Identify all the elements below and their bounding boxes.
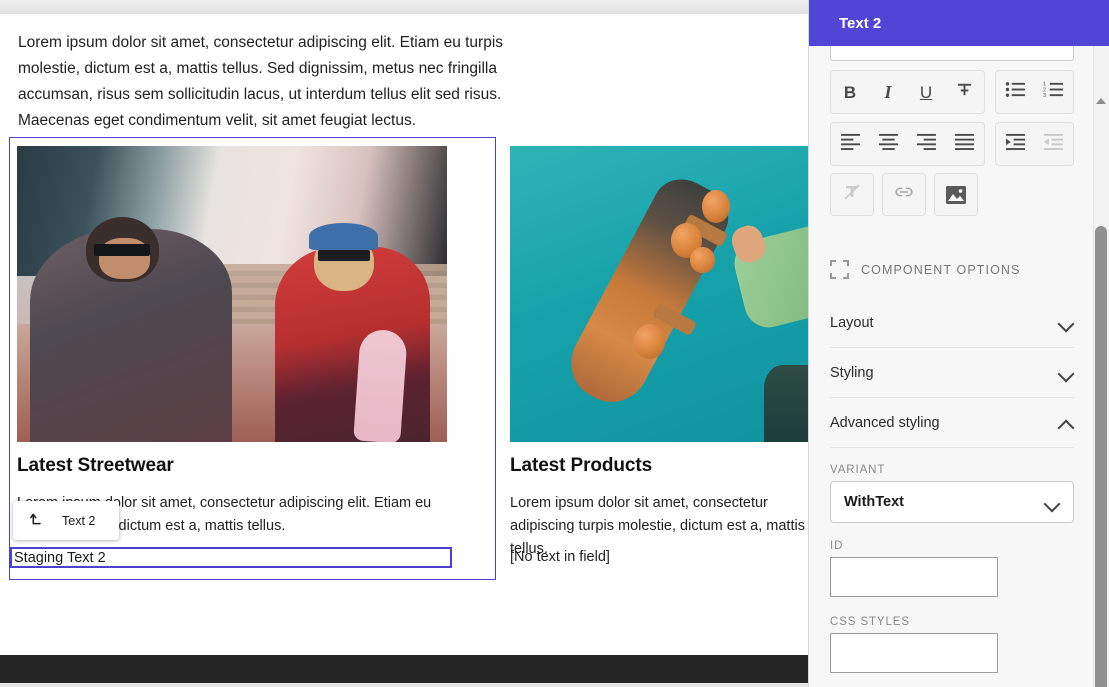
panel-scrollbar-track[interactable] <box>1093 46 1109 687</box>
component-selection-badge[interactable]: Text 2 <box>13 501 119 540</box>
panel-scrollbar-thumb[interactable] <box>1095 226 1107 687</box>
clear-formatting-button[interactable] <box>830 173 874 216</box>
align-center-icon <box>878 133 899 155</box>
accordion-label: Styling <box>830 364 874 381</box>
skateboard-held-up-against-teal-sky-photo <box>510 146 809 442</box>
underline-icon: U <box>919 82 933 102</box>
accordion-label: Layout <box>830 314 874 331</box>
strikethrough-button[interactable] <box>945 72 983 112</box>
chevron-down-icon <box>1059 368 1074 377</box>
align-center-button[interactable] <box>869 124 907 164</box>
text-format-group: B I U <box>830 70 985 114</box>
canvas-bottom-strip <box>0 683 809 687</box>
intro-paragraph: Lorem ipsum dolor sit amet, consectetur … <box>18 34 504 129</box>
variant-value: WithText <box>844 494 905 510</box>
empty-field-placeholder: [No text in field] <box>510 549 610 565</box>
align-justify-icon <box>954 133 975 155</box>
align-left-button[interactable] <box>831 124 869 164</box>
badge-label: Text 2 <box>62 513 96 528</box>
align-right-icon <box>916 133 937 155</box>
arrow-turn-up-left-icon <box>29 510 46 532</box>
strikethrough-icon <box>955 80 974 104</box>
component-options-header: COMPONENT OPTIONS <box>830 260 1020 279</box>
numbered-list-button[interactable]: 1 2 3 <box>1034 72 1072 112</box>
align-left-icon <box>840 133 861 155</box>
staging-text-input[interactable] <box>10 547 452 568</box>
indent-icon <box>1005 133 1026 155</box>
indent-group <box>995 122 1074 166</box>
numbered-list-icon: 1 2 3 <box>1043 81 1064 103</box>
card-title: Latest Streetwear <box>17 455 174 476</box>
svg-text:3: 3 <box>1043 93 1046 98</box>
chevron-down-icon <box>1045 498 1060 507</box>
alignment-group <box>830 122 985 166</box>
page-footer-bar <box>0 655 809 683</box>
underline-button[interactable]: U <box>907 72 945 112</box>
align-justify-button[interactable] <box>945 124 983 164</box>
italic-icon: I <box>884 82 892 102</box>
accordion-label: Advanced styling <box>830 414 940 431</box>
component-options-title: COMPONENT OPTIONS <box>861 262 1021 277</box>
rich-text-editor-field[interactable] <box>830 46 1074 61</box>
cards-row: Latest Streetwear Lorem ipsum dolor sit … <box>9 137 809 580</box>
chevron-down-icon <box>1059 318 1074 327</box>
align-right-button[interactable] <box>907 124 945 164</box>
chevron-up-icon <box>1059 418 1074 427</box>
bulleted-list-button[interactable] <box>996 72 1034 112</box>
id-input[interactable] <box>830 557 998 597</box>
list-group: 1 2 3 <box>995 70 1074 114</box>
link-icon <box>893 181 915 208</box>
accordion-styling[interactable]: Styling <box>830 348 1074 398</box>
outdent-icon <box>1043 133 1064 155</box>
image-icon <box>946 185 966 204</box>
two-skaters-sitting-on-bench-photo <box>17 146 447 442</box>
bold-button[interactable]: B <box>831 72 869 112</box>
panel-title: Text 2 <box>839 14 882 32</box>
insert-image-button[interactable] <box>934 173 978 216</box>
properties-panel: Text 2 B I U 1 2 3 COMPONENT OPTIONS Lay… <box>808 0 1109 687</box>
canvas-top-strip <box>0 0 809 14</box>
insert-link-button[interactable] <box>882 173 926 216</box>
italic-button[interactable]: I <box>869 72 907 112</box>
accordion-layout[interactable]: Layout <box>830 298 1074 348</box>
outdent-button[interactable] <box>1034 124 1072 164</box>
scroll-up-arrow-icon[interactable] <box>1093 92 1109 109</box>
id-label: ID <box>830 540 844 552</box>
page-canvas: Lorem ipsum dolor sit amet, consectetur … <box>0 0 809 687</box>
editor-window: Lorem ipsum dolor sit amet, consectetur … <box>0 0 1109 687</box>
clear-formatting-icon <box>842 182 862 207</box>
css-styles-label: CSS STYLES <box>830 616 910 628</box>
accordion-advanced-styling[interactable]: Advanced styling <box>830 398 1074 448</box>
panel-scroll-content: B I U 1 2 3 COMPONENT OPTIONS Layout Sty… <box>809 46 1094 687</box>
variant-label: VARIANT <box>830 464 886 476</box>
bulleted-list-icon <box>1005 81 1026 103</box>
dashed-box-icon <box>830 260 849 279</box>
variant-select[interactable]: WithText <box>830 481 1074 523</box>
css-styles-input[interactable] <box>830 633 998 673</box>
card-title: Latest Products <box>510 455 653 476</box>
accordion-list: Layout Styling Advanced styling <box>830 298 1074 448</box>
panel-header: Text 2 <box>809 0 1109 46</box>
bold-icon: B <box>843 82 857 102</box>
indent-button[interactable] <box>996 124 1034 164</box>
